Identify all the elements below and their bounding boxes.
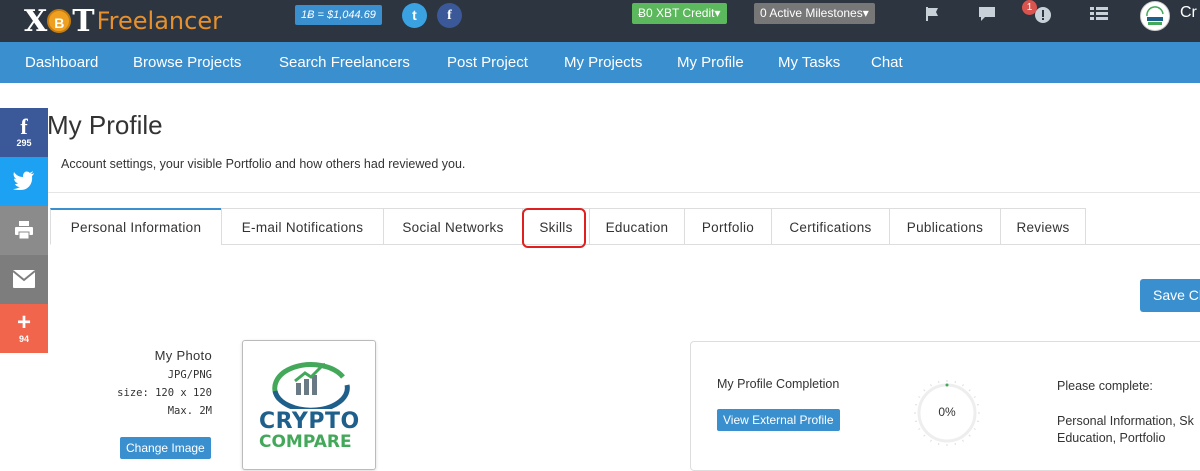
tab-certifications[interactable]: Certifications [771,208,890,245]
gauge-tick [968,389,971,392]
btc-price-badge: 1Ƀ = $1,044.69 [295,5,382,25]
photo-format: JPG/PNG [167,369,212,381]
notification-count-badge: 1 [1022,0,1037,15]
save-changes-button[interactable]: Save Ch [1140,279,1200,312]
tab-portfolio[interactable]: Portfolio [684,208,772,245]
please-complete-label: Please complete: [1057,379,1153,393]
user-name[interactable]: Cr [1180,4,1197,22]
page-subtitle: Account settings, your visible Portfolio… [61,157,466,171]
facebook-share-count: 295 [16,138,32,148]
site-logo[interactable]: X B T Freelancer [24,3,222,39]
photo-max: Max. 2M [167,405,212,417]
share-more-button[interactable]: + 94 [0,304,48,353]
view-external-profile-button[interactable]: View External Profile [717,409,840,431]
completion-gauge: 0% [913,379,981,447]
gauge-tick [976,420,980,423]
divider [48,192,1200,193]
logo-t: T [72,3,95,39]
more-share-count: 94 [18,334,29,344]
facebook-icon[interactable]: f [437,3,462,28]
gauge-tick [962,384,964,387]
active-milestones-button[interactable]: 0 Active Milestones▾ [754,3,875,24]
nav-my-tasks[interactable]: My Tasks [778,42,840,83]
completion-percent: 0% [938,405,956,419]
list-menu-icon[interactable] [1089,6,1109,27]
main-nav: Dashboard Browse Projects Search Freelan… [0,42,1200,83]
gauge-tick [930,439,932,442]
nav-search-freelancers[interactable]: Search Freelancers [279,42,410,83]
gauge-tick [968,434,971,437]
tab-publications[interactable]: Publications [889,208,1001,245]
logo-text-compare: COMPARE [259,432,352,452]
tab-social-networks[interactable]: Social Networks [383,208,523,245]
nav-post-project[interactable]: Post Project [447,42,528,83]
profile-photo[interactable]: CRYPTO COMPARE [242,340,376,470]
gauge-tick [914,420,918,423]
twitter-icon[interactable]: t [402,3,427,28]
gauge-tick [954,442,957,446]
gauge-tick [930,384,932,387]
gauge-tick [937,380,940,384]
nav-my-profile[interactable]: My Profile [677,42,744,83]
photo-label: My Photo [154,348,212,363]
share-print-button[interactable] [0,206,48,255]
tabs-baseline [1085,244,1200,245]
share-twitter-button[interactable] [0,157,48,206]
gauge-tick [918,396,921,398]
logo-freelancer: Freelancer [96,7,222,35]
crypto-compare-logo-icon [272,362,350,409]
share-email-button[interactable] [0,255,48,304]
xbt-credit-button[interactable]: Ƀ0 XBT Credit▾ [632,3,727,24]
nav-browse-projects[interactable]: Browse Projects [133,42,241,83]
logo-x: X [24,3,47,39]
chat-bubble-icon[interactable] [977,6,997,27]
change-image-button[interactable]: Change Image [120,437,211,459]
gauge-tick [973,396,976,398]
skills-highlight-ring [522,208,586,248]
share-sidebar: f 295 + 94 [0,108,48,353]
gauge-tick [954,380,957,384]
flag-icon[interactable] [922,6,942,27]
facebook-icon: f [20,114,28,139]
gauge-tick [918,428,921,430]
gauge-tick [937,442,940,446]
bitcoin-coin-icon: B [47,9,72,33]
gauge-tick [923,434,926,437]
plus-icon: + [16,309,31,336]
gauge-tick [973,428,976,430]
page-title: My Profile [47,110,163,140]
twitter-icon [0,157,48,195]
top-bar: X B T Freelancer 1Ƀ = $1,044.69 t f Ƀ0 X… [0,0,1200,42]
nav-chat[interactable]: Chat [871,42,903,83]
print-icon [0,206,48,245]
tab-reviews[interactable]: Reviews [1000,208,1086,245]
logo-text-crypto: CRYPTO [259,409,360,434]
tab-personal-information[interactable]: Personal Information [50,208,222,245]
nav-my-projects[interactable]: My Projects [564,42,642,83]
completion-title: My Profile Completion [717,377,840,391]
tab-email-notifications[interactable]: E-mail Notifications [221,208,384,245]
share-facebook-button[interactable]: f 295 [0,108,48,157]
gauge-tick [962,439,964,442]
user-avatar[interactable] [1140,1,1170,31]
incomplete-sections-list: Personal Information, Sk Education, Port… [1057,414,1194,445]
tab-education[interactable]: Education [589,208,685,245]
profile-completion-panel: My Profile Completion View External Prof… [690,341,1200,471]
photo-size: size: 120 x 120 [117,387,212,399]
gauge-tick [923,389,926,392]
nav-dashboard[interactable]: Dashboard [25,42,98,83]
envelope-icon [0,255,48,293]
